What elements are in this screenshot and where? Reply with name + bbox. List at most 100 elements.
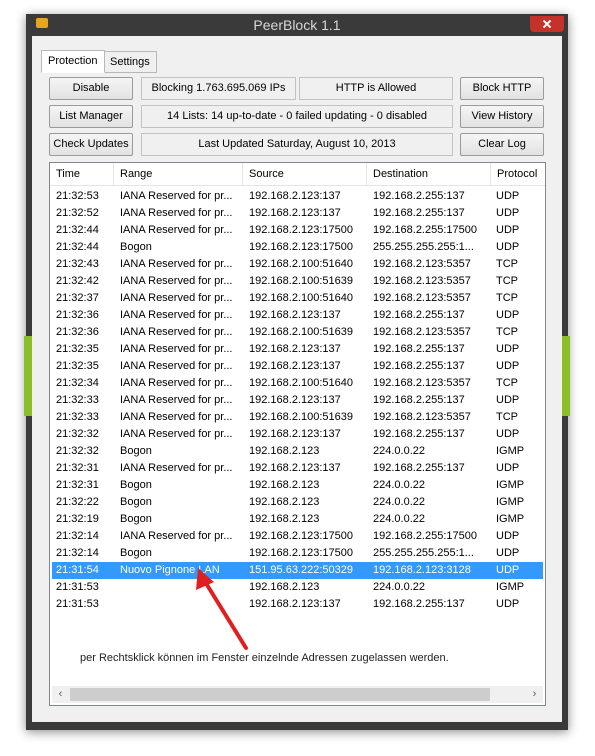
log-cell-protocol: TCP (496, 411, 518, 423)
log-row[interactable]: 21:32:33 IANA Reserved for pr... 192.168.2… (52, 392, 543, 409)
log-cell-time: 21:32:32 (56, 445, 99, 457)
log-cell-source: 192.168.2.123:17500 (249, 241, 353, 253)
log-row[interactable]: 21:32:34 IANA Reserved for pr... 192.168.2… (52, 375, 543, 392)
log-cell-range: IANA Reserved for pr... (120, 190, 233, 202)
log-row[interactable]: 21:32:19 Bogon 192.168.2.123 224.0.0.22 IGMP (52, 511, 543, 528)
log-row[interactable]: 21:32:44 IANA Reserved for pr... 192.168.2… (52, 222, 543, 239)
log-cell-time: 21:32:14 (56, 530, 99, 542)
close-button[interactable] (530, 16, 564, 32)
log-row[interactable]: 21:32:44 Bogon 192.168.2.123:17500 255.255.… (52, 239, 543, 256)
log-cell-time: 21:32:22 (56, 496, 99, 508)
log-cell-destination: 192.168.2.255:137 (373, 360, 465, 372)
log-cell-destination: 224.0.0.22 (373, 479, 425, 491)
log-cell-destination: 192.168.2.255:137 (373, 394, 465, 406)
log-cell-time: 21:32:35 (56, 343, 99, 355)
log-row[interactable]: 21:32:32 Bogon 192.168.2.123 224.0.0.22 IGMP (52, 443, 543, 460)
log-row[interactable]: 21:32:36 IANA Reserved for pr... 192.168.2… (52, 324, 543, 341)
title-bar[interactable]: PeerBlock 1.1 (26, 14, 568, 34)
disable-button[interactable]: Disable (49, 77, 133, 100)
blocking-status: Blocking 1.763.695.069 IPs (141, 77, 296, 100)
log-row[interactable]: 21:32:52 IANA Reserved for pr... 192.168.2… (52, 205, 543, 222)
log-row[interactable]: 21:32:36 IANA Reserved for pr... 192.168.2… (52, 307, 543, 324)
scroll-left-icon[interactable]: ‹ (52, 686, 69, 703)
log-row[interactable]: 21:32:33 IANA Reserved for pr... 192.168.2… (52, 409, 543, 426)
log-cell-protocol: UDP (496, 547, 520, 559)
log-cell-protocol: UDP (496, 598, 520, 610)
view-history-button[interactable]: View History (460, 105, 544, 128)
log-row[interactable]: 21:32:31 IANA Reserved for pr... 192.168.2… (52, 460, 543, 477)
log-row[interactable]: 21:32:35 IANA Reserved for pr... 192.168.2… (52, 341, 543, 358)
log-cell-protocol: UDP (496, 394, 520, 406)
log-cell-range: IANA Reserved for pr... (120, 258, 233, 270)
scroll-right-icon[interactable]: › (526, 686, 543, 703)
log-cell-time: 21:32:42 (56, 275, 99, 287)
tab-protection[interactable]: Protection (41, 50, 105, 73)
log-row[interactable]: 21:32:37 IANA Reserved for pr... 192.168.2… (52, 290, 543, 307)
log-row[interactable]: 21:31:53 192.168.2.123 224.0.0.22 IGMP (52, 579, 543, 596)
tab-settings[interactable]: Settings (103, 51, 157, 73)
log-cell-protocol: UDP (496, 462, 520, 474)
log-row[interactable]: 21:32:22 Bogon 192.168.2.123 224.0.0.22 IGMP (52, 494, 543, 511)
scroll-thumb[interactable] (70, 688, 490, 701)
log-cell-range: Bogon (120, 241, 152, 253)
log-cell-destination: 224.0.0.22 (373, 581, 425, 593)
log-row[interactable]: 21:31:53 192.168.2.123:137 192.168.2.255:1… (52, 596, 543, 613)
log-cell-range: Bogon (120, 547, 152, 559)
log-cell-destination: 192.168.2.123:5357 (373, 377, 471, 389)
log-cell-range: IANA Reserved for pr... (120, 292, 233, 304)
log-cell-time: 21:32:32 (56, 428, 99, 440)
log-cell-time: 21:31:53 (56, 581, 99, 593)
log-cell-time: 21:32:31 (56, 479, 99, 491)
log-cell-source: 192.168.2.123 (249, 581, 320, 593)
log-cell-protocol: UDP (496, 224, 520, 236)
log-cell-source: 192.168.2.100:51640 (249, 258, 353, 270)
log-cell-protocol: UDP (496, 241, 520, 253)
horizontal-scrollbar[interactable]: ‹ › (52, 686, 543, 703)
log-cell-time: 21:32:31 (56, 462, 99, 474)
column-protocol[interactable]: Protocol (491, 163, 545, 185)
log-list[interactable]: Time Range Source Destination Protocol 2… (49, 162, 546, 706)
log-row[interactable]: 21:32:53 IANA Reserved for pr... 192.168.2… (52, 188, 543, 205)
log-header: Time Range Source Destination Protocol (50, 163, 545, 186)
log-cell-destination: 192.168.2.123:5357 (373, 292, 471, 304)
clear-log-button[interactable]: Clear Log (460, 133, 544, 156)
log-cell-range: Bogon (120, 479, 152, 491)
log-cell-range: IANA Reserved for pr... (120, 530, 233, 542)
log-cell-range: Bogon (120, 496, 152, 508)
block-http-button[interactable]: Block HTTP (460, 77, 544, 100)
log-row[interactable]: 21:32:43 IANA Reserved for pr... 192.168.2… (52, 256, 543, 273)
log-row[interactable]: 21:32:35 IANA Reserved for pr... 192.168.2… (52, 358, 543, 375)
column-source[interactable]: Source (243, 163, 367, 185)
log-cell-protocol: TCP (496, 292, 518, 304)
log-cell-time: 21:32:36 (56, 326, 99, 338)
log-row[interactable]: 21:31:54 Nuovo Pignone LAN 151.95.63.222:5… (52, 562, 543, 579)
annotation-text: per Rechtsklick können im Fenster einzel… (80, 652, 449, 664)
column-destination[interactable]: Destination (367, 163, 491, 185)
log-cell-destination: 192.168.2.255:137 (373, 207, 465, 219)
log-cell-time: 21:32:35 (56, 360, 99, 372)
log-cell-protocol: TCP (496, 377, 518, 389)
log-cell-time: 21:32:36 (56, 309, 99, 321)
log-cell-destination: 192.168.2.123:5357 (373, 275, 471, 287)
log-row[interactable]: 21:32:32 IANA Reserved for pr... 192.168.2… (52, 426, 543, 443)
log-cell-source: 192.168.2.123 (249, 496, 320, 508)
log-row[interactable]: 21:32:14 Bogon 192.168.2.123:17500 255.255.… (52, 545, 543, 562)
log-cell-protocol: IGMP (496, 496, 525, 508)
log-cell-protocol: IGMP (496, 513, 525, 525)
log-row[interactable]: 21:32:31 Bogon 192.168.2.123 224.0.0.22 IGMP (52, 477, 543, 494)
column-time[interactable]: Time (50, 163, 114, 185)
log-row[interactable]: 21:32:42 IANA Reserved for pr... 192.168.2… (52, 273, 543, 290)
log-cell-range: IANA Reserved for pr... (120, 224, 233, 236)
log-cell-source: 192.168.2.100:51640 (249, 292, 353, 304)
lists-status: 14 Lists: 14 up-to-date - 0 failed updat… (141, 105, 453, 128)
log-cell-protocol: TCP (496, 275, 518, 287)
list-manager-button[interactable]: List Manager (49, 105, 133, 128)
log-cell-destination: 192.168.2.123:5357 (373, 411, 471, 423)
log-cell-range: IANA Reserved for pr... (120, 309, 233, 321)
log-cell-protocol: UDP (496, 207, 520, 219)
log-row[interactable]: 21:32:14 IANA Reserved for pr... 192.168.2… (52, 528, 543, 545)
log-cell-range: IANA Reserved for pr... (120, 326, 233, 338)
log-cell-destination: 192.168.2.255:137 (373, 343, 465, 355)
check-updates-button[interactable]: Check Updates (49, 133, 133, 156)
column-range[interactable]: Range (114, 163, 243, 185)
